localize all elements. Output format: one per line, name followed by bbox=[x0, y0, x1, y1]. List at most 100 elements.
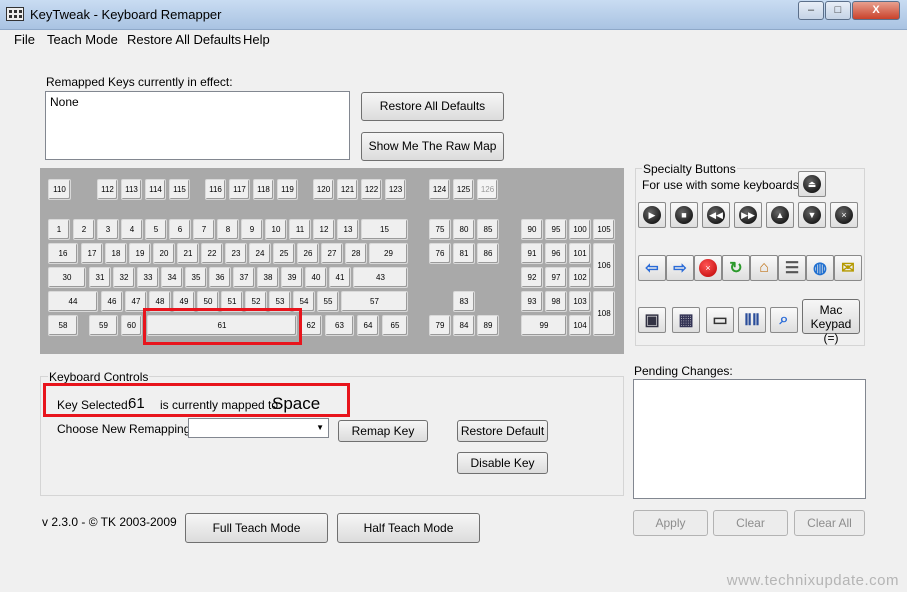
key-99[interactable]: 99 bbox=[521, 315, 567, 336]
key-89[interactable]: 89 bbox=[477, 315, 499, 336]
key-91[interactable]: 91 bbox=[521, 243, 543, 264]
menu-help[interactable]: Help bbox=[243, 32, 270, 47]
key-8[interactable]: 8 bbox=[217, 219, 239, 240]
key-125[interactable]: 125 bbox=[453, 179, 474, 200]
clear-all-button[interactable]: Clear All bbox=[794, 510, 865, 536]
key-55[interactable]: 55 bbox=[317, 291, 339, 312]
key-22[interactable]: 22 bbox=[201, 243, 223, 264]
key-57[interactable]: 57 bbox=[341, 291, 408, 312]
key-83[interactable]: 83 bbox=[453, 291, 475, 312]
web-globe-button[interactable]: ◍ bbox=[806, 255, 834, 281]
key-104[interactable]: 104 bbox=[569, 315, 591, 336]
play-button[interactable]: ▶ bbox=[638, 202, 666, 228]
key-75[interactable]: 75 bbox=[429, 219, 451, 240]
key-116[interactable]: 116 bbox=[205, 179, 226, 200]
key-101[interactable]: 101 bbox=[569, 243, 591, 264]
menu-teach-mode[interactable]: Teach Mode bbox=[47, 32, 118, 47]
key-117[interactable]: 117 bbox=[229, 179, 250, 200]
key-92[interactable]: 92 bbox=[521, 267, 543, 288]
key-39[interactable]: 39 bbox=[281, 267, 303, 288]
key-43[interactable]: 43 bbox=[353, 267, 408, 288]
key-95[interactable]: 95 bbox=[545, 219, 567, 240]
key-2[interactable]: 2 bbox=[73, 219, 95, 240]
key-11[interactable]: 11 bbox=[289, 219, 311, 240]
back-arrow-button[interactable]: ⇦ bbox=[638, 255, 666, 281]
key-26[interactable]: 26 bbox=[297, 243, 319, 264]
pending-changes-list[interactable] bbox=[633, 379, 866, 499]
key-100[interactable]: 100 bbox=[569, 219, 591, 240]
key-97[interactable]: 97 bbox=[545, 267, 567, 288]
key-3[interactable]: 3 bbox=[97, 219, 119, 240]
key-115[interactable]: 115 bbox=[169, 179, 190, 200]
key-4[interactable]: 4 bbox=[121, 219, 143, 240]
key-46[interactable]: 46 bbox=[101, 291, 123, 312]
remapping-dropdown[interactable]: ▼ bbox=[188, 418, 329, 438]
key-6[interactable]: 6 bbox=[169, 219, 191, 240]
key-9[interactable]: 9 bbox=[241, 219, 263, 240]
key-64[interactable]: 64 bbox=[357, 315, 379, 336]
menu-file[interactable]: File bbox=[14, 32, 35, 47]
key-76[interactable]: 76 bbox=[429, 243, 451, 264]
key-65[interactable]: 65 bbox=[382, 315, 408, 336]
key-79[interactable]: 79 bbox=[429, 315, 451, 336]
home-button[interactable]: ⌂ bbox=[750, 255, 778, 281]
key-32[interactable]: 32 bbox=[113, 267, 135, 288]
key-63[interactable]: 63 bbox=[325, 315, 354, 336]
key-15[interactable]: 15 bbox=[361, 219, 408, 240]
key-19[interactable]: 19 bbox=[129, 243, 151, 264]
key-7[interactable]: 7 bbox=[193, 219, 215, 240]
refresh-button[interactable]: ↻ bbox=[722, 255, 750, 281]
key-23[interactable]: 23 bbox=[225, 243, 247, 264]
minimize-button[interactable]: – bbox=[798, 1, 824, 20]
disable-key-button[interactable]: Disable Key bbox=[457, 452, 548, 474]
mac-keypad-button[interactable]: Mac Keypad (=) bbox=[802, 299, 860, 345]
close-button[interactable]: X bbox=[852, 1, 900, 20]
key-17[interactable]: 17 bbox=[81, 243, 103, 264]
key-102[interactable]: 102 bbox=[569, 267, 591, 288]
key-124[interactable]: 124 bbox=[429, 179, 450, 200]
key-58[interactable]: 58 bbox=[48, 315, 78, 336]
key-62[interactable]: 62 bbox=[300, 315, 322, 336]
rewind-button[interactable]: ◀◀ bbox=[702, 202, 730, 228]
key-118[interactable]: 118 bbox=[253, 179, 274, 200]
key-119[interactable]: 119 bbox=[277, 179, 298, 200]
stop-button[interactable]: ■ bbox=[670, 202, 698, 228]
monitor-button[interactable]: ▭ bbox=[706, 307, 734, 333]
key-112[interactable]: 112 bbox=[97, 179, 118, 200]
key-29[interactable]: 29 bbox=[369, 243, 408, 264]
favorites-button[interactable]: ☰ bbox=[778, 255, 806, 281]
maximize-button[interactable]: □ bbox=[825, 1, 851, 20]
my-computer-button[interactable]: ▣ bbox=[638, 307, 666, 333]
key-122[interactable]: 122 bbox=[361, 179, 382, 200]
key-10[interactable]: 10 bbox=[265, 219, 287, 240]
key-37[interactable]: 37 bbox=[233, 267, 255, 288]
key-13[interactable]: 13 bbox=[337, 219, 359, 240]
calculator-button[interactable]: ▦ bbox=[672, 307, 700, 333]
key-34[interactable]: 34 bbox=[161, 267, 183, 288]
key-30[interactable]: 30 bbox=[48, 267, 86, 288]
restore-all-defaults-button[interactable]: Restore All Defaults bbox=[361, 92, 504, 121]
eject-button[interactable]: ⏏ bbox=[798, 171, 826, 197]
key-21[interactable]: 21 bbox=[177, 243, 199, 264]
key-123[interactable]: 123 bbox=[385, 179, 406, 200]
key-81[interactable]: 81 bbox=[453, 243, 475, 264]
remap-key-button[interactable]: Remap Key bbox=[338, 420, 428, 442]
menu-restore-all-defaults[interactable]: Restore All Defaults bbox=[127, 32, 241, 47]
key-80[interactable]: 80 bbox=[453, 219, 475, 240]
key-120[interactable]: 120 bbox=[313, 179, 334, 200]
fast-forward-button[interactable]: ▶▶ bbox=[734, 202, 762, 228]
key-24[interactable]: 24 bbox=[249, 243, 271, 264]
key-114[interactable]: 114 bbox=[145, 179, 166, 200]
stop-red-button[interactable]: × bbox=[694, 255, 722, 281]
mute-button[interactable]: × bbox=[830, 202, 858, 228]
forward-arrow-button[interactable]: ⇨ bbox=[666, 255, 694, 281]
key-90[interactable]: 90 bbox=[521, 219, 543, 240]
key-16[interactable]: 16 bbox=[48, 243, 78, 264]
key-106[interactable]: 106 bbox=[593, 243, 615, 288]
key-113[interactable]: 113 bbox=[121, 179, 142, 200]
key-86[interactable]: 86 bbox=[477, 243, 499, 264]
key-60[interactable]: 60 bbox=[121, 315, 142, 336]
volume-up-button[interactable]: ▲ bbox=[766, 202, 794, 228]
key-41[interactable]: 41 bbox=[329, 267, 351, 288]
key-38[interactable]: 38 bbox=[257, 267, 279, 288]
